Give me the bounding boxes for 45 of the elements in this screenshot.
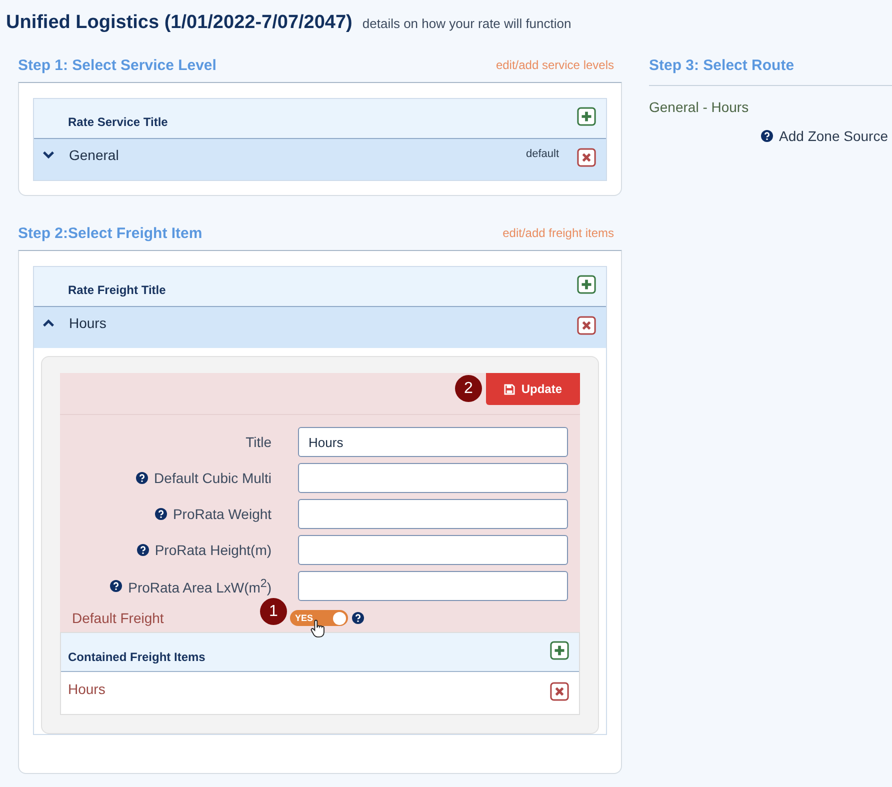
default-label: default	[526, 148, 559, 160]
help-icon[interactable]	[110, 580, 122, 592]
row-title: Hours	[69, 315, 108, 331]
step-title: Step 3: Select Route	[649, 56, 794, 74]
input-field[interactable]	[298, 535, 568, 565]
step-title: Step 1: Select Service Level	[18, 56, 216, 74]
help-icon[interactable]	[352, 612, 364, 624]
column-header: Contained Freight Items	[68, 650, 206, 664]
column-header: Rate Freight Title	[68, 283, 166, 299]
row-title: General	[69, 147, 120, 163]
add-icon[interactable]	[577, 107, 596, 126]
toggle-label: Default Freight	[72, 610, 165, 626]
step-marker: 1	[260, 598, 287, 625]
field-label: Default Cubic Multi	[154, 470, 272, 486]
input-field[interactable]	[298, 571, 568, 601]
route-label: General - Hours	[649, 99, 750, 115]
field-label: ProRata Height(m)	[154, 542, 272, 558]
input-field[interactable]	[298, 499, 568, 529]
help-icon[interactable]	[761, 130, 774, 142]
add-icon[interactable]	[577, 275, 596, 294]
field-label: Title	[246, 434, 272, 450]
save-icon	[504, 384, 516, 394]
delete-icon[interactable]	[577, 316, 596, 335]
step-marker: 2	[455, 375, 482, 402]
input-field[interactable]	[298, 463, 568, 493]
delete-icon[interactable]	[550, 682, 569, 701]
step-title: Step 2:Select Freight Item	[18, 224, 202, 242]
input-field[interactable]: Hours	[298, 427, 568, 457]
service-row[interactable]: General default	[34, 139, 606, 180]
help-icon[interactable]	[136, 544, 149, 556]
update-button[interactable]: Update	[486, 373, 580, 405]
help-icon[interactable]	[136, 472, 148, 484]
delete-icon[interactable]	[577, 148, 596, 167]
page-title: Unified Logistics (1/01/2022-7/07/2047)	[6, 12, 352, 34]
add-zone-source-link[interactable]: Add Zone Source	[779, 128, 888, 144]
field-label: ProRata Weight	[172, 506, 272, 522]
help-icon[interactable]	[154, 508, 167, 520]
freight-row[interactable]: Hours	[34, 307, 606, 348]
field-label: ProRata Area LxW(m$^{2}$)	[128, 576, 272, 596]
page-subtitle: details on how your rate will function	[362, 16, 572, 31]
contained-item: Hours	[68, 681, 106, 697]
column-header: Rate Service Title	[68, 115, 168, 131]
add-icon[interactable]	[550, 641, 569, 660]
chevron-icon[interactable]	[42, 318, 55, 328]
chevron-icon[interactable]	[42, 150, 55, 160]
